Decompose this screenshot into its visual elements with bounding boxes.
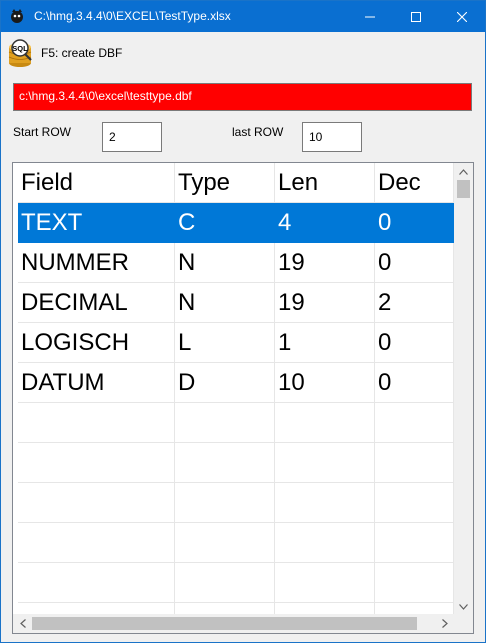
empty-cell: [175, 483, 275, 523]
horizontal-scroll-thumb[interactable]: [32, 617, 417, 630]
empty-cell: [375, 483, 454, 523]
table-cell: 2: [375, 283, 454, 323]
empty-cell: [18, 443, 175, 483]
dbf-path-value: c:\hmg.3.4.4\0\excel\testtype.dbf: [19, 89, 192, 103]
empty-cell: [18, 483, 175, 523]
empty-row: [18, 523, 454, 563]
table-row[interactable]: DECIMAL N 19 2: [18, 283, 454, 323]
minimize-button[interactable]: [347, 1, 393, 32]
table-row[interactable]: NUMMER N 19 0: [18, 243, 454, 283]
column-header-dec: Dec: [375, 163, 454, 203]
empty-cell: [175, 443, 275, 483]
column-header-len: Len: [275, 163, 375, 203]
table-cell: 10: [275, 363, 375, 403]
table-cell: DECIMAL: [18, 283, 175, 323]
maximize-button[interactable]: [393, 1, 439, 32]
empty-cell: [275, 443, 375, 483]
sql-database-icon: SQL: [8, 39, 32, 67]
table-cell: 19: [275, 283, 375, 323]
empty-cell: [18, 523, 175, 563]
field-grid[interactable]: Field Type Len Dec TEXT C 4 0 NUMMER N 19 0 DECIMAL N…: [12, 162, 474, 634]
empty-row: [18, 563, 454, 603]
scroll-right-icon[interactable]: [436, 615, 453, 632]
empty-cell: [275, 483, 375, 523]
empty-cell: [18, 403, 175, 443]
column-header-field: Field: [18, 163, 175, 203]
table-cell: 0: [375, 323, 454, 363]
dbf-path-field[interactable]: c:\hmg.3.4.4\0\excel\testtype.dbf: [13, 83, 472, 111]
empty-cell: [175, 563, 275, 603]
close-button[interactable]: [439, 1, 485, 32]
scroll-up-icon[interactable]: [455, 163, 472, 180]
scroll-corner: [454, 615, 473, 633]
table-cell: DATUM: [18, 363, 175, 403]
empty-row: [18, 443, 454, 483]
table-cell: TEXT: [18, 203, 175, 243]
empty-cell: [175, 523, 275, 563]
svg-text:SQL: SQL: [12, 44, 28, 53]
last-row-input[interactable]: 10: [302, 122, 362, 152]
horizontal-scrollbar[interactable]: [13, 614, 454, 633]
table-cell: 0: [375, 203, 454, 243]
create-dbf-button[interactable]: SQL: [5, 37, 37, 69]
table-row[interactable]: TEXT C 4 0: [18, 203, 454, 243]
empty-cell: [275, 523, 375, 563]
vertical-scrollbar[interactable]: [454, 163, 473, 615]
last-row-label: last ROW: [232, 125, 284, 139]
table-cell: N: [175, 243, 275, 283]
window-title: C:\hmg.3.4.4\0\EXCEL\TestType.xlsx: [34, 9, 231, 23]
scroll-down-icon[interactable]: [455, 598, 472, 615]
table-cell: 0: [375, 363, 454, 403]
table-cell: LOGISCH: [18, 323, 175, 363]
empty-cell: [275, 403, 375, 443]
table-cell: D: [175, 363, 275, 403]
table-cell: 4: [275, 203, 375, 243]
title-bar[interactable]: C:\hmg.3.4.4\0\EXCEL\TestType.xlsx: [1, 1, 485, 32]
empty-cell: [375, 523, 454, 563]
empty-row: [18, 403, 454, 443]
empty-cell: [375, 443, 454, 483]
empty-cell: [18, 563, 175, 603]
column-header-type: Type: [175, 163, 275, 203]
app-window: C:\hmg.3.4.4\0\EXCEL\TestType.xlsx SQL F…: [0, 0, 486, 643]
empty-cell: [375, 563, 454, 603]
empty-cell: [175, 403, 275, 443]
empty-cell: [275, 563, 375, 603]
table-row[interactable]: DATUM D 10 0: [18, 363, 454, 403]
app-logo-icon: [9, 8, 25, 24]
empty-cell: [375, 403, 454, 443]
scroll-left-icon[interactable]: [14, 615, 31, 632]
table-cell: NUMMER: [18, 243, 175, 283]
table-cell: N: [175, 283, 275, 323]
create-dbf-label: F5: create DBF: [41, 46, 123, 60]
empty-row: [18, 483, 454, 523]
grid-header-row: Field Type Len Dec: [18, 163, 454, 203]
start-row-label: Start ROW: [13, 125, 72, 139]
table-cell: 19: [275, 243, 375, 283]
table-cell: L: [175, 323, 275, 363]
start-row-input[interactable]: 2: [102, 122, 162, 152]
table-cell: 1: [275, 323, 375, 363]
table-cell: 0: [375, 243, 454, 283]
table-cell: C: [175, 203, 275, 243]
vertical-scroll-thumb[interactable]: [457, 180, 470, 198]
table-row[interactable]: LOGISCH L 1 0: [18, 323, 454, 363]
